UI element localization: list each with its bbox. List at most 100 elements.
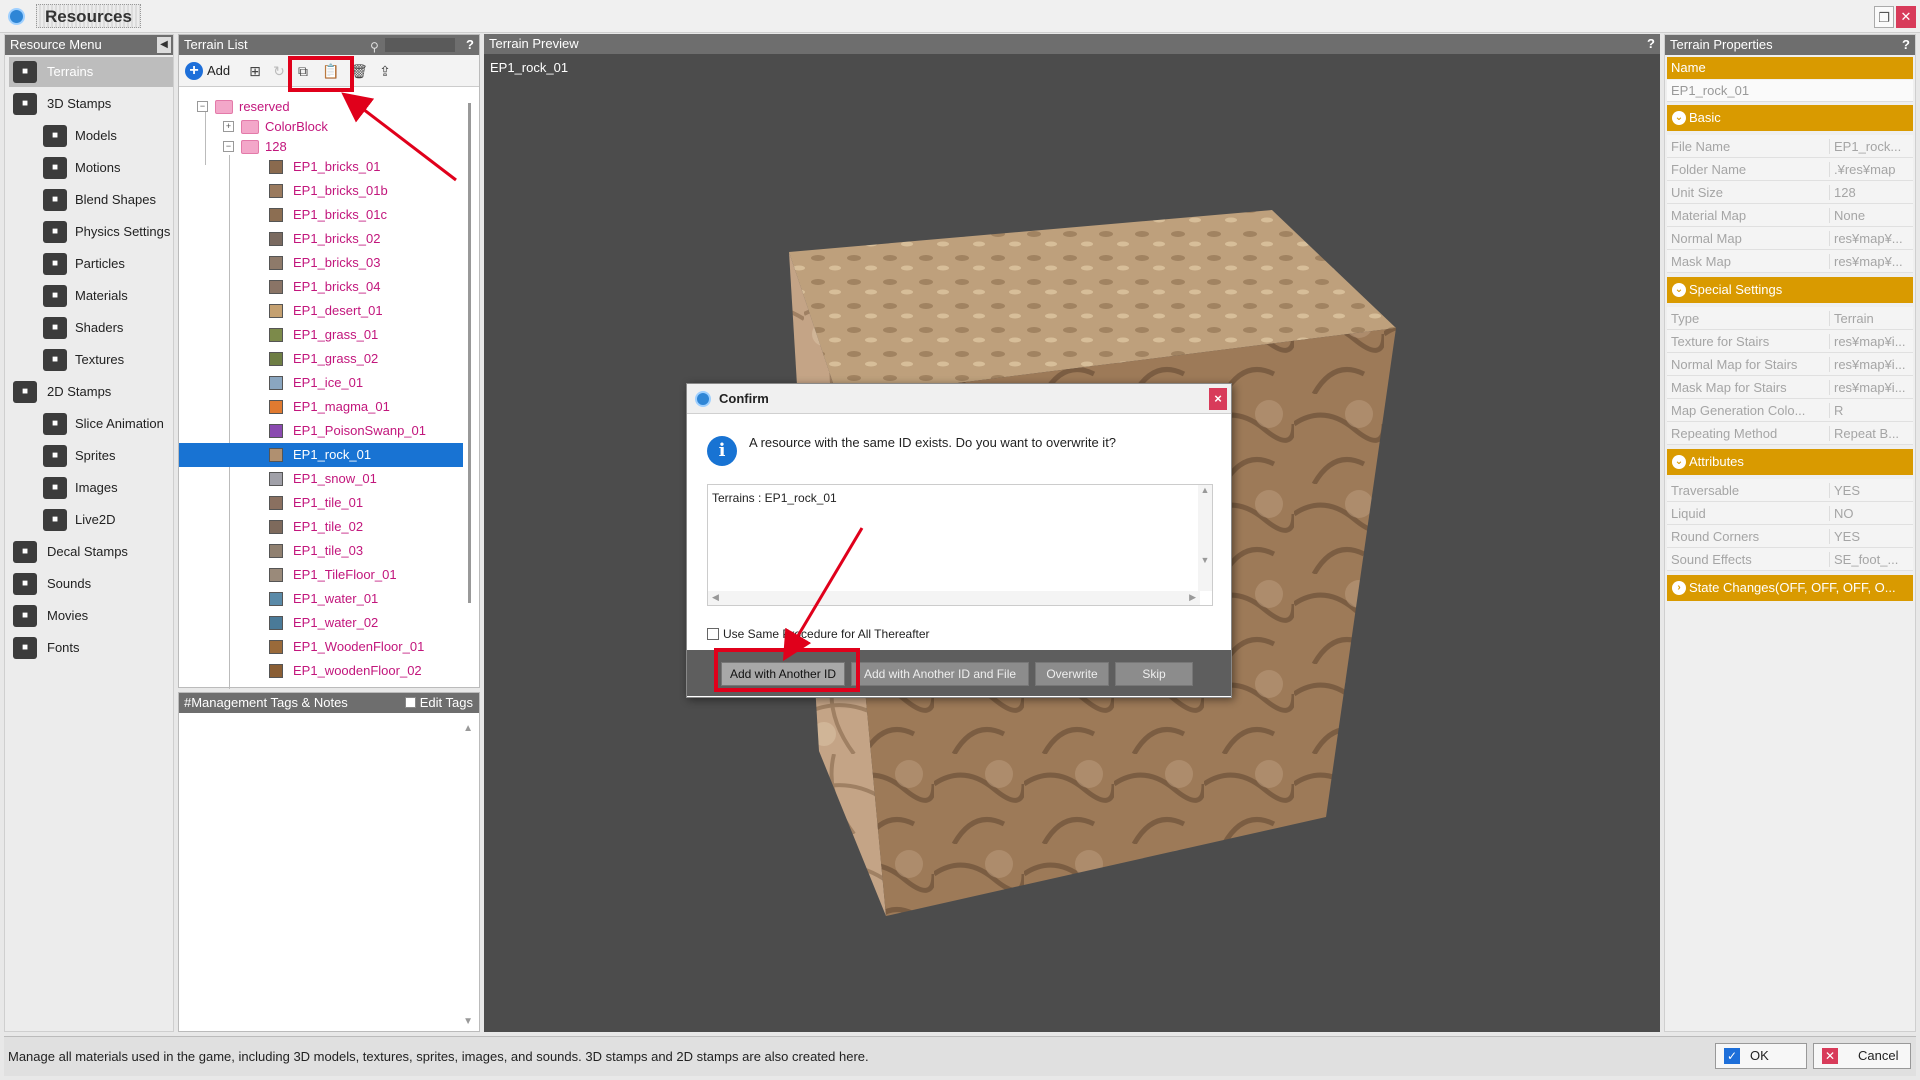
close-window-button[interactable]: ✕ xyxy=(1896,6,1916,28)
checkbox-icon[interactable] xyxy=(404,697,416,708)
add-with-another-id-and-file-button[interactable]: Add with Another ID and File xyxy=(851,662,1029,686)
property-row[interactable]: Texture for Stairs res¥map¥i... xyxy=(1667,330,1913,353)
tree-item[interactable]: EP1_bricks_01 xyxy=(179,155,463,179)
search-input[interactable] xyxy=(385,38,455,52)
menu-item-physics-settings[interactable]: ■ Physics Settings xyxy=(39,217,173,247)
tree-item[interactable]: EP1_ice_01 xyxy=(179,371,463,395)
property-value: res¥map¥i... xyxy=(1829,334,1911,349)
property-row[interactable]: Liquid NO xyxy=(1667,502,1913,525)
menu-item-sounds[interactable]: ■ Sounds xyxy=(9,569,173,599)
property-row[interactable]: Sound Effects SE_foot_... xyxy=(1667,548,1913,571)
section-header-special[interactable]: ⌄ Special Settings xyxy=(1667,277,1913,303)
menu-item-slice-animation[interactable]: ■ Slice Animation xyxy=(39,409,173,439)
property-row[interactable]: Map Generation Colo... R xyxy=(1667,399,1913,422)
property-row[interactable]: Mask Map for Stairs res¥map¥i... xyxy=(1667,376,1913,399)
property-row[interactable]: Traversable YES xyxy=(1667,479,1913,502)
menu-item-materials[interactable]: ■ Materials xyxy=(39,281,173,311)
menu-item-movies[interactable]: ■ Movies xyxy=(9,601,173,631)
scroll-down-icon[interactable]: ▼ xyxy=(463,1016,473,1027)
property-row[interactable]: File Name EP1_rock... xyxy=(1667,135,1913,158)
skip-button[interactable]: Skip xyxy=(1115,662,1193,686)
help-button[interactable]: ? xyxy=(466,35,474,55)
menu-item-textures[interactable]: ■ Textures xyxy=(39,345,173,375)
tree-item[interactable]: EP1_bricks_01b xyxy=(179,179,463,203)
tree-item[interactable]: EP1_desert_01 xyxy=(179,299,463,323)
restore-window-button[interactable]: ❐ xyxy=(1874,6,1894,28)
tree-item[interactable]: EP1_magma_01 xyxy=(179,395,463,419)
property-row[interactable]: Repeating Method Repeat B... xyxy=(1667,422,1913,445)
property-row[interactable]: Normal Map res¥map¥... xyxy=(1667,227,1913,250)
overwrite-button[interactable]: Overwrite xyxy=(1035,662,1109,686)
refresh-button[interactable]: ↻ xyxy=(269,61,289,81)
tree-scrollbar[interactable] xyxy=(468,103,471,603)
add-folder-button[interactable]: ⊞ xyxy=(245,61,265,81)
section-header-state-changes[interactable]: › State Changes(OFF, OFF, OFF, O... xyxy=(1667,575,1913,601)
menu-item-shaders[interactable]: ■ Shaders xyxy=(39,313,173,343)
tree-item-label: EP1_woodenFloor_02 xyxy=(293,663,422,678)
tree-item[interactable]: EP1_bricks_03 xyxy=(179,251,463,275)
scroll-up-icon[interactable]: ▲ xyxy=(463,723,473,734)
tree-item[interactable]: EP1_tile_03 xyxy=(179,539,463,563)
menu-item-decal-stamps[interactable]: ■ Decal Stamps xyxy=(9,537,173,567)
vertical-scrollbar[interactable]: ▲ ▼ xyxy=(1198,485,1212,591)
tree-item[interactable]: EP1_tile_01 xyxy=(179,491,463,515)
menu-item-live2d[interactable]: ■ Live2D xyxy=(39,505,173,535)
menu-item-fonts[interactable]: ■ Fonts xyxy=(9,633,173,663)
property-row[interactable]: Folder Name .¥res¥map xyxy=(1667,158,1913,181)
tree-item[interactable]: EP1_WoodenFloor_01 xyxy=(179,635,463,659)
menu-item-motions[interactable]: ■ Motions xyxy=(39,153,173,183)
conflict-list[interactable]: Terrains : EP1_rock_01 ▲ ▼ ◀ ▶ xyxy=(707,484,1213,606)
menu-item-label: Live2D xyxy=(75,512,116,527)
menu-item-models[interactable]: ■ Models xyxy=(39,121,173,151)
help-button[interactable]: ? xyxy=(1902,35,1910,55)
property-row[interactable]: Mask Map res¥map¥... xyxy=(1667,250,1913,273)
same-procedure-checkbox[interactable]: Use Same Procedure for All Thereafter xyxy=(707,627,930,641)
tree-item[interactable]: EP1_bricks_01c xyxy=(179,203,463,227)
menu-item-particles[interactable]: ■ Particles xyxy=(39,249,173,279)
property-key: Repeating Method xyxy=(1671,426,1778,441)
section-header-attributes[interactable]: ⌄ Attributes xyxy=(1667,449,1913,475)
cancel-button[interactable]: ✕ Cancel xyxy=(1813,1043,1911,1069)
collapse-icon[interactable]: − xyxy=(197,101,208,112)
tree-item[interactable]: EP1_water_01 xyxy=(179,587,463,611)
tree-item-label: EP1_bricks_02 xyxy=(293,231,381,246)
tree-item[interactable]: EP1_woodenFloor_02 xyxy=(179,659,463,683)
add-button[interactable]: + Add xyxy=(183,60,234,82)
property-row[interactable]: Type Terrain xyxy=(1667,307,1913,330)
ok-button[interactable]: ✓ OK xyxy=(1715,1043,1807,1069)
tree-item[interactable]: EP1_grass_01 xyxy=(179,323,463,347)
menu-item-blend-shapes[interactable]: ■ Blend Shapes xyxy=(39,185,173,215)
horizontal-scrollbar[interactable]: ◀ ▶ xyxy=(708,591,1200,605)
export-button[interactable]: ⇪ xyxy=(375,61,395,81)
menu-item-terrains[interactable]: ■ Terrains xyxy=(9,57,173,87)
tree-item[interactable]: EP1_snow_01 xyxy=(179,467,463,491)
property-row[interactable]: Material Map None xyxy=(1667,204,1913,227)
property-key: Map Generation Colo... xyxy=(1671,403,1806,418)
property-row[interactable]: Unit Size 128 xyxy=(1667,181,1913,204)
tree-item[interactable]: EP1_water_02 xyxy=(179,611,463,635)
tree-item[interactable]: EP1_PoisonSwanp_01 xyxy=(179,419,463,443)
checkbox-label: Use Same Procedure for All Thereafter xyxy=(723,627,930,641)
collapse-icon[interactable]: − xyxy=(223,141,234,152)
tree-item[interactable]: EP1_bricks_02 xyxy=(179,227,463,251)
tree-item[interactable]: EP1_rock_01 xyxy=(179,443,463,467)
tree-item[interactable]: EP1_TileFloor_01 xyxy=(179,563,463,587)
tree-item-label: EP1_bricks_01c xyxy=(293,207,387,222)
property-row[interactable]: Round Corners YES xyxy=(1667,525,1913,548)
menu-item-2d-stamps[interactable]: ■ 2D Stamps xyxy=(9,377,173,407)
collapse-panel-button[interactable]: ◀ xyxy=(157,37,171,53)
name-field[interactable]: EP1_rock_01 xyxy=(1667,80,1913,102)
menu-item-images[interactable]: ■ Images xyxy=(39,473,173,503)
checkbox-icon[interactable] xyxy=(707,628,719,640)
tree-item[interactable]: EP1_grass_02 xyxy=(179,347,463,371)
menu-item-sprites[interactable]: ■ Sprites xyxy=(39,441,173,471)
expand-icon[interactable]: + xyxy=(223,121,234,132)
section-header-basic[interactable]: ⌄ Basic xyxy=(1667,105,1913,131)
tree-item[interactable]: EP1_tile_02 xyxy=(179,515,463,539)
tree-item[interactable]: EP1_bricks_04 xyxy=(179,275,463,299)
property-row[interactable]: Normal Map for Stairs res¥map¥i... xyxy=(1667,353,1913,376)
menu-item-3d-stamps[interactable]: ■ 3D Stamps xyxy=(9,89,173,119)
resource-menu-panel: Resource Menu ◀ ■ Terrains ■ 3D Stamps ■ Mode… xyxy=(4,34,174,1032)
dialog-close-button[interactable]: × xyxy=(1209,388,1227,410)
edit-tags-toggle[interactable]: Edit Tags xyxy=(404,693,473,713)
